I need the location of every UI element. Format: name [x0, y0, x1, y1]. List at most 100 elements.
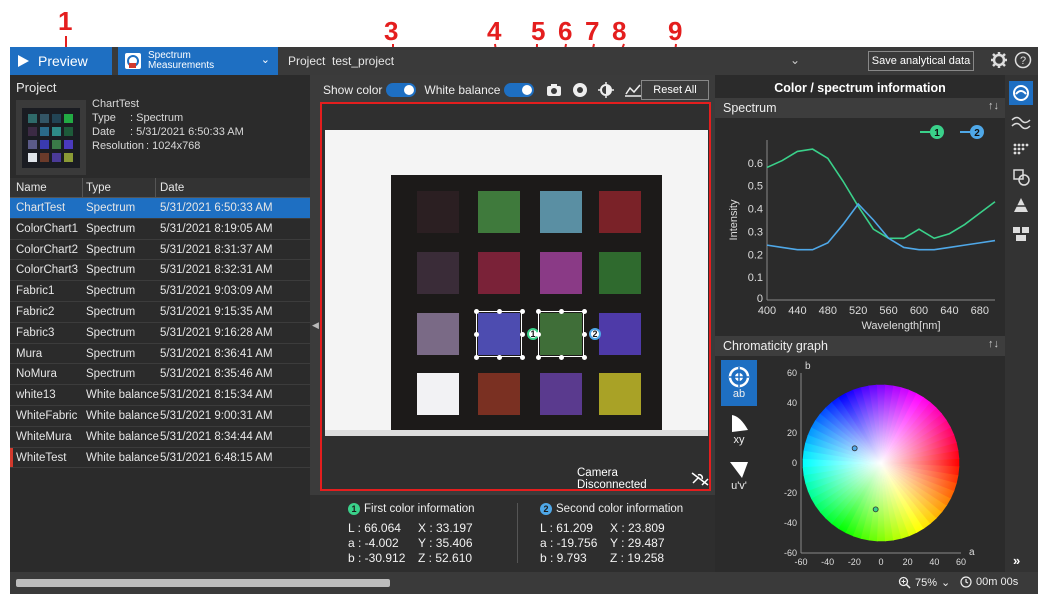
table-row[interactable]: WhiteMura White balance 5/31/2021 8:34:44 …: [10, 427, 310, 448]
xy-mode-button[interactable]: xy: [721, 406, 757, 452]
resize-handle[interactable]: [474, 309, 479, 314]
image-horizontal-scrollbar[interactable]: [325, 430, 708, 436]
table-row[interactable]: NoMura Spectrum 5/31/2021 8:35:46 AM: [10, 364, 310, 386]
col-date-header[interactable]: Date: [160, 182, 184, 194]
expand-chevron-icon[interactable]: »: [1013, 553, 1020, 568]
table-row[interactable]: Fabric1 Spectrum 5/31/2021 9:03:09 AM: [10, 281, 310, 302]
cell-date: 5/31/2021 8:36:41 AM: [160, 347, 273, 360]
cell-type: Spectrum: [86, 264, 136, 277]
color-patch[interactable]: [599, 252, 641, 294]
resize-handle[interactable]: [497, 355, 502, 360]
cell-type: Spectrum: [86, 368, 136, 381]
table-row[interactable]: white13 White balance 5/31/2021 8:15:34 AM: [10, 385, 310, 406]
color-patch[interactable]: [478, 191, 520, 233]
ab-mode-button[interactable]: ab: [721, 360, 757, 406]
cell-date: 5/31/2021 8:34:44 AM: [160, 430, 273, 443]
table-row[interactable]: WhiteTest White balance 5/31/2021 6:48:15 …: [10, 447, 310, 469]
color-spectrum-panel: Color / spectrum information Spectrum ↑↓…: [715, 75, 1005, 572]
color-patch[interactable]: [417, 191, 459, 233]
resize-handle[interactable]: [582, 332, 587, 337]
table-row[interactable]: ColorChart3 Spectrum 5/31/2021 8:32:31 AM: [10, 260, 310, 282]
uv-mode-label: u'v': [731, 480, 747, 492]
project-label: Project: [288, 54, 326, 68]
table-row[interactable]: ColorChart1 Spectrum 5/31/2021 8:19:05 AM: [10, 219, 310, 240]
table-row[interactable]: Fabric3 Spectrum 5/31/2021 9:16:28 AM: [10, 323, 310, 344]
resize-handle[interactable]: [474, 355, 479, 360]
top-toolbar: Preview Spectrum Measurements ⌄ Project …: [10, 47, 1038, 75]
color-compare-icon[interactable]: [1009, 165, 1033, 189]
resize-handle[interactable]: [536, 309, 541, 314]
resize-handle[interactable]: [582, 355, 587, 360]
series-1-line: [766, 148, 996, 240]
table-row[interactable]: ColorChart2 Spectrum 5/31/2021 8:31:37 AM: [10, 240, 310, 261]
y-tick-label: -40: [784, 518, 797, 528]
color-patch[interactable]: [417, 313, 459, 355]
cell-name: Fabric3: [16, 326, 55, 339]
svg-text:?: ?: [1020, 55, 1026, 67]
save-analytical-data-button[interactable]: Save analytical data: [868, 51, 974, 71]
measurement-region-2[interactable]: [536, 309, 587, 360]
y-tick-label: 0.6: [748, 158, 763, 170]
zoom-control[interactable]: 75% ⌄: [898, 576, 950, 589]
resize-handle[interactable]: [559, 355, 564, 360]
white-balance-label: White balance: [424, 83, 501, 97]
sort-icon[interactable]: ↑↓: [988, 100, 999, 112]
zoom-value: 75%: [915, 576, 938, 589]
white-balance-toggle[interactable]: [504, 83, 535, 97]
color-patch[interactable]: [540, 252, 582, 294]
resize-handle[interactable]: [582, 309, 587, 314]
resize-handle[interactable]: [520, 309, 525, 314]
uv-mode-button[interactable]: u'v': [721, 452, 757, 498]
resize-handle[interactable]: [520, 332, 525, 337]
collapse-left-panel-arrow[interactable]: ◀: [312, 320, 319, 331]
table-row[interactable]: Mura Spectrum 5/31/2021 8:36:41 AM: [10, 344, 310, 365]
cell-date: 5/31/2021 8:31:37 AM: [160, 243, 273, 256]
resize-handle[interactable]: [559, 309, 564, 314]
col-type-header[interactable]: Type: [86, 182, 111, 194]
mode-selector[interactable]: Spectrum Measurements ⌄: [118, 47, 278, 75]
pattern-icon[interactable]: [1009, 221, 1033, 245]
reset-all-button[interactable]: Reset All: [641, 80, 709, 100]
spectrum-wave-icon[interactable]: [1009, 111, 1033, 135]
main-horizontal-scrollbar[interactable]: [16, 579, 390, 587]
color-patch[interactable]: [599, 373, 641, 415]
color-info-icon[interactable]: [1009, 81, 1033, 105]
histogram-icon[interactable]: [1009, 193, 1033, 217]
x-tick-label: 60: [956, 557, 966, 567]
color-patch[interactable]: [478, 252, 520, 294]
camera-icon[interactable]: [546, 83, 562, 97]
play-icon: [18, 55, 29, 67]
captured-image[interactable]: 12: [325, 130, 708, 434]
resize-handle[interactable]: [520, 355, 525, 360]
brightness-icon[interactable]: [598, 82, 615, 98]
col-name-header[interactable]: Name: [16, 182, 47, 194]
color-patch[interactable]: [417, 252, 459, 294]
sort-icon[interactable]: ↑↓: [988, 338, 999, 350]
project-name-select[interactable]: test_project: [332, 54, 394, 68]
table-row[interactable]: Fabric2 Spectrum 5/31/2021 9:15:35 AM: [10, 302, 310, 323]
spectrum-header-label: Spectrum: [723, 101, 777, 115]
resize-handle[interactable]: [474, 332, 479, 337]
color-patch[interactable]: [540, 373, 582, 415]
color-patch[interactable]: [417, 373, 459, 415]
chevron-down-icon[interactable]: ⌄: [790, 53, 800, 67]
resize-handle[interactable]: [536, 355, 541, 360]
resize-handle[interactable]: [536, 332, 541, 337]
color-patch[interactable]: [478, 373, 520, 415]
table-row[interactable]: WhiteFabric White balance 5/31/2021 9:00:3…: [10, 406, 310, 427]
measurement-region-1[interactable]: [474, 309, 525, 360]
cell-name: Mura: [16, 347, 43, 360]
color-patch[interactable]: [599, 191, 641, 233]
help-icon[interactable]: ?: [1014, 51, 1032, 69]
color-patch[interactable]: [599, 313, 641, 355]
gear-icon[interactable]: [990, 51, 1008, 69]
dot-grid-icon[interactable]: [1009, 137, 1033, 161]
color-patch[interactable]: [540, 191, 582, 233]
aperture-icon[interactable]: [572, 82, 588, 98]
show-color-label: Show color: [323, 83, 383, 97]
line-chart-icon[interactable]: [624, 82, 642, 98]
show-color-toggle[interactable]: [386, 83, 417, 97]
resize-handle[interactable]: [497, 309, 502, 314]
preview-button[interactable]: Preview: [10, 47, 112, 75]
table-row[interactable]: ChartTest Spectrum 5/31/2021 6:50:33 AM: [10, 198, 310, 219]
